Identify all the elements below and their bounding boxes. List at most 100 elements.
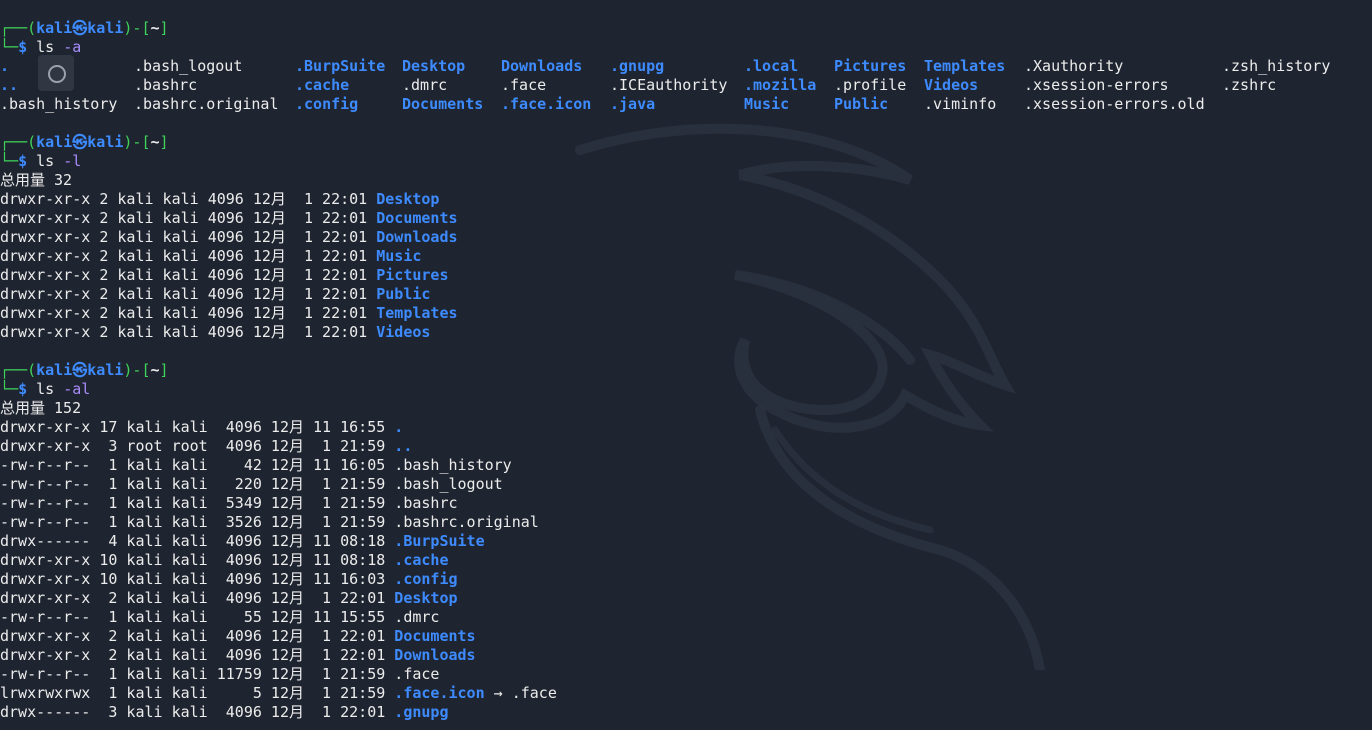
listing-meta: -rw-r--r-- 1 kali kali 11759 12月 1 21:59 — [0, 665, 395, 683]
listing-row: -rw-r--r-- 1 kali kali 3526 12月 1 21:59 … — [0, 513, 1372, 532]
listing-row: drwxr-xr-x 2 kali kali 4096 12月 1 22:01 … — [0, 304, 1372, 323]
listing-row: -rw-r--r-- 1 kali kali 220 12月 1 21:59 .… — [0, 475, 1372, 494]
prompt-host: kali — [87, 361, 124, 379]
listing-name: .bashrc.original — [394, 513, 539, 531]
command-name: ls — [36, 38, 55, 56]
listing-row: drwxr-xr-x 2 kali kali 4096 12月 1 22:01 … — [0, 646, 1372, 665]
prompt-bracket-open: ┌──( — [0, 19, 37, 37]
terminal-window[interactable]: ┌──(kali㉿kali)-[~] └─$ ls -a. .bash_logout… — [0, 0, 1372, 730]
listing-row: drwxr-xr-x 17 kali kali 4096 12月 11 16:5… — [0, 418, 1372, 437]
file-entry: .zshrc — [1222, 76, 1277, 94]
file-entry: .face.icon — [501, 95, 592, 113]
listing-name: .dmrc — [394, 608, 440, 626]
listing-row: drwx------ 4 kali kali 4096 12月 11 08:18… — [0, 532, 1372, 551]
file-entry: .Xauthority — [1024, 57, 1124, 75]
file-entry: .dmrc — [402, 76, 448, 94]
prompt-line-1: ┌──(kali㉿kali)-[~] — [0, 19, 1372, 38]
listing-meta: drwxr-xr-x 2 kali kali 4096 12月 1 22:01 — [0, 304, 377, 322]
prompt-at-icon: ㉿ — [72, 133, 88, 151]
command-name: ls — [36, 152, 55, 170]
prompt-at-icon: ㉿ — [72, 361, 88, 379]
command-arg: -l — [63, 152, 82, 170]
listing-meta: drwxr-xr-x 10 kali kali 4096 12月 11 16:0… — [0, 570, 395, 588]
listing-meta: drwxr-xr-x 10 kali kali 4096 12月 11 08:1… — [0, 551, 395, 569]
listing-row: drwxr-xr-x 2 kali kali 4096 12月 1 22:01 … — [0, 266, 1372, 285]
listing-row: drwxr-xr-x 2 kali kali 4096 12月 1 22:01 … — [0, 589, 1372, 608]
listing-row: drwxr-xr-x 2 kali kali 4096 12月 1 22:01 … — [0, 627, 1372, 646]
ls-a-output: . .bash_logout .BurpSuite Desktop Downloads.… — [0, 57, 1372, 114]
file-entry: .mozilla — [744, 76, 817, 94]
listing-meta: drwxr-xr-x 2 kali kali 4096 12月 1 22:01 — [0, 209, 377, 227]
file-entry: Desktop — [402, 57, 466, 75]
listing-meta: drwxr-xr-x 2 kali kali 4096 12月 1 22:01 — [0, 323, 377, 341]
listing-name: .gnupg — [394, 703, 449, 721]
file-entry: . — [0, 57, 10, 75]
prompt-bracket-mid: )-[ — [123, 19, 151, 37]
file-entry: .config — [295, 95, 359, 113]
listing-name: .bash_history — [394, 456, 512, 474]
prompt-corner: └─ — [0, 380, 19, 398]
listing-row: -rw-r--r-- 1 kali kali 11759 12月 1 21:59… — [0, 665, 1372, 684]
listing-name: Downloads — [394, 646, 476, 664]
listing-name: .BurpSuite — [394, 532, 485, 550]
listing-meta: drwx------ 3 kali kali 4096 12月 1 22:01 — [0, 703, 395, 721]
prompt-line-1: ┌──(kali㉿kali)-[~] — [0, 133, 1372, 152]
listing-meta: drwxr-xr-x 2 kali kali 4096 12月 1 22:01 — [0, 190, 377, 208]
listing-meta: -rw-r--r-- 1 kali kali 3526 12月 1 21:59 — [0, 513, 395, 531]
prompt-corner: └─ — [0, 38, 19, 56]
prompt-line-2: └─$ ls -l — [0, 152, 1372, 171]
listing-meta: drwxr-xr-x 2 kali kali 4096 12月 1 22:01 — [0, 646, 395, 664]
prompt-corner: └─ — [0, 152, 19, 170]
file-entry: .BurpSuite — [295, 57, 386, 75]
total-line: 总用量 152 — [0, 399, 82, 417]
listing-row: drwxr-xr-x 10 kali kali 4096 12月 11 16:0… — [0, 570, 1372, 589]
command-arg: -al — [63, 380, 91, 398]
prompt-path: ~ — [150, 361, 160, 379]
listing-name: . — [394, 418, 404, 436]
file-entry: .bashrc — [134, 76, 198, 94]
prompt-bracket-close: ] — [159, 133, 169, 151]
file-entry: .gnupg — [610, 57, 665, 75]
prompt-path: ~ — [150, 133, 160, 151]
listing-meta: drwx------ 4 kali kali 4096 12月 11 08:18 — [0, 532, 395, 550]
listing-name: .bashrc — [394, 494, 458, 512]
listing-row: drwxr-xr-x 2 kali kali 4096 12月 1 22:01 … — [0, 190, 1372, 209]
listing-meta: drwxr-xr-x 3 root root 4096 12月 1 21:59 — [0, 437, 395, 455]
prompt-user: kali — [36, 133, 73, 151]
file-entry: .. — [0, 76, 19, 94]
prompt-bracket-close: ] — [159, 19, 169, 37]
listing-row: lrwxrwxrwx 1 kali kali 5 12月 1 21:59 .fa… — [0, 684, 1372, 703]
file-entry: .local — [744, 57, 799, 75]
listing-meta: drwxr-xr-x 2 kali kali 4096 12月 1 22:01 — [0, 627, 395, 645]
listing-row: drwxr-xr-x 2 kali kali 4096 12月 1 22:01 … — [0, 285, 1372, 304]
symlink-target: → .face — [484, 684, 557, 702]
file-entry: Public — [834, 95, 889, 113]
prompt-host: kali — [87, 133, 124, 151]
prompt-bracket-open: ┌──( — [0, 133, 37, 151]
file-entry: .bashrc.original — [134, 95, 279, 113]
file-entry: .bash_history — [0, 95, 118, 113]
listing-meta: lrwxrwxrwx 1 kali kali 5 12月 1 21:59 — [0, 684, 395, 702]
file-entry: Videos — [924, 76, 979, 94]
file-entry: .zsh_history — [1222, 57, 1331, 75]
listing-name: Desktop — [376, 190, 440, 208]
file-entry: .bash_logout — [134, 57, 243, 75]
prompt-line-2: └─$ ls -al — [0, 380, 1372, 399]
file-entry — [1222, 95, 1372, 114]
listing-meta: -rw-r--r-- 1 kali kali 55 12月 11 15:55 — [0, 608, 395, 626]
file-entry: .cache — [295, 76, 350, 94]
prompt-line-1: ┌──(kali㉿kali)-[~] — [0, 361, 1372, 380]
prompt-symbol: $ — [18, 152, 28, 170]
file-entry: .java — [610, 95, 656, 113]
listing-meta: drwxr-xr-x 2 kali kali 4096 12月 1 22:01 — [0, 247, 377, 265]
file-entry: Documents — [402, 95, 484, 113]
prompt-bracket-close: ] — [159, 361, 169, 379]
listing-row: drwxr-xr-x 10 kali kali 4096 12月 11 08:1… — [0, 551, 1372, 570]
